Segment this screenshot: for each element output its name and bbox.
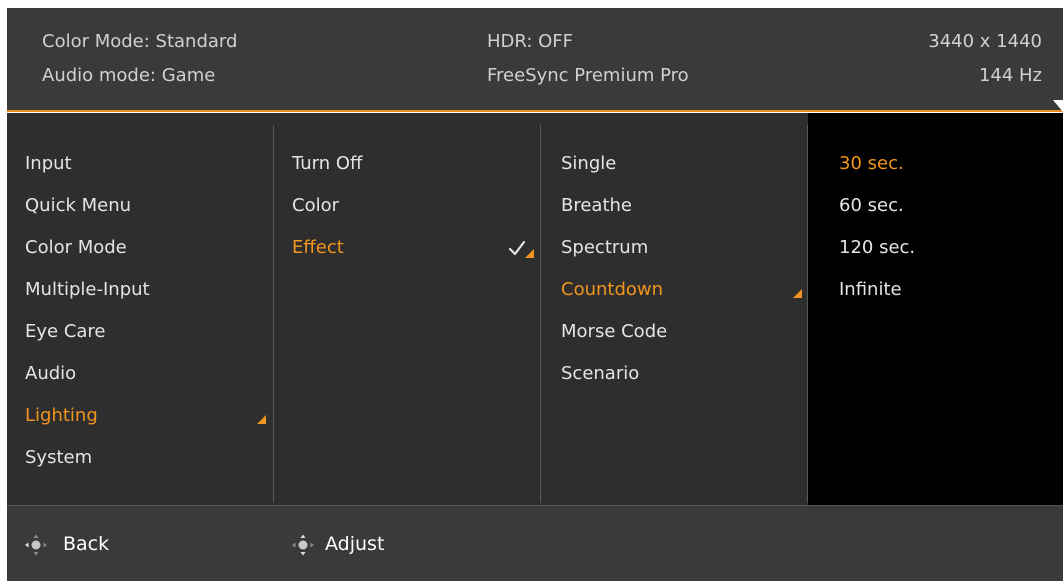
option-infinite[interactable]: Infinite — [839, 279, 902, 301]
lighting-submenu: Turn Off Color Effect — [274, 113, 540, 505]
resolution-status: 3440 x 1440 — [928, 31, 1042, 52]
menu-item-scenario[interactable]: Scenario — [561, 363, 639, 385]
menu-item-multiple-input[interactable]: Multiple-Input — [25, 279, 150, 301]
effect-submenu: Single Breathe Spectrum Countdown Morse … — [541, 113, 807, 505]
joystick-icon — [25, 534, 47, 556]
menu-item-turn-off[interactable]: Turn Off — [292, 153, 362, 175]
menu-item-lighting[interactable]: Lighting — [25, 405, 98, 427]
hdr-status: HDR: OFF — [487, 31, 574, 52]
menu-area: Input Quick Menu Color Mode Multiple-Inp… — [7, 113, 1063, 505]
submenu-arrow-icon — [793, 289, 802, 298]
window-notch — [1053, 100, 1063, 112]
freesync-status: FreeSync Premium Pro — [487, 65, 689, 86]
menu-item-spectrum[interactable]: Spectrum — [561, 237, 648, 259]
osd-window: Color Mode: Standard Audio mode: Game HD… — [7, 8, 1063, 581]
adjust-button[interactable]: Adjust — [325, 533, 384, 555]
menu-item-system[interactable]: System — [25, 447, 92, 469]
navigation-footer: Back Adjust — [7, 505, 1063, 581]
menu-item-breathe[interactable]: Breathe — [561, 195, 632, 217]
audio-mode-status: Audio mode: Game — [42, 65, 216, 86]
main-menu: Input Quick Menu Color Mode Multiple-Inp… — [7, 113, 273, 505]
menu-item-effect[interactable]: Effect — [292, 237, 344, 259]
status-header: Color Mode: Standard Audio mode: Game HD… — [7, 8, 1063, 112]
menu-item-input[interactable]: Input — [25, 153, 72, 175]
menu-item-color-mode[interactable]: Color Mode — [25, 237, 127, 259]
submenu-arrow-icon — [257, 415, 266, 424]
menu-item-audio[interactable]: Audio — [25, 363, 76, 385]
back-button[interactable]: Back — [63, 533, 109, 555]
menu-item-color[interactable]: Color — [292, 195, 339, 217]
menu-item-quick-menu[interactable]: Quick Menu — [25, 195, 131, 217]
checkmark-icon — [508, 240, 534, 258]
refresh-rate-status: 144 Hz — [978, 65, 1042, 86]
option-30-sec[interactable]: 30 sec. — [839, 153, 904, 175]
menu-item-eye-care[interactable]: Eye Care — [25, 321, 106, 343]
menu-item-single[interactable]: Single — [561, 153, 616, 175]
menu-item-countdown[interactable]: Countdown — [561, 279, 663, 301]
countdown-submenu: 30 sec. 60 sec. 120 sec. Infinite — [808, 113, 1063, 505]
option-120-sec[interactable]: 120 sec. — [839, 237, 915, 259]
menu-item-morse-code[interactable]: Morse Code — [561, 321, 667, 343]
joystick-icon — [292, 534, 314, 556]
color-mode-status: Color Mode: Standard — [42, 31, 238, 52]
option-60-sec[interactable]: 60 sec. — [839, 195, 904, 217]
